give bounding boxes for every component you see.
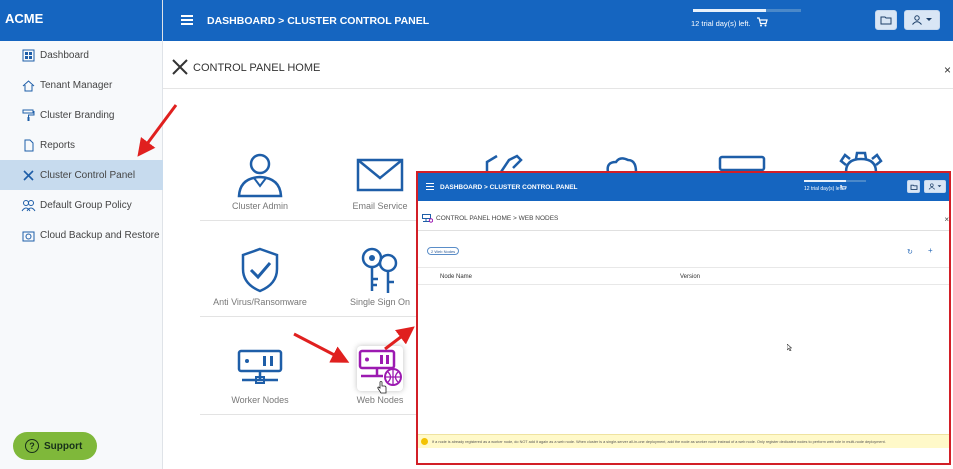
keys-icon: [361, 247, 398, 293]
user-menu-button[interactable]: [904, 10, 940, 30]
support-label: Support: [44, 440, 83, 452]
server-rack-icon: [718, 155, 766, 172]
sidebar-item-label: Reports: [40, 139, 76, 151]
server-network-icon: [237, 349, 283, 384]
node-count-badge: 2 Web Nodes: [427, 247, 460, 255]
column-header-node-name: Node Name: [440, 274, 473, 280]
sidebar-item-cloud-backup-and-restore[interactable]: Cloud Backup and Restore: [0, 220, 163, 250]
warning-text: If a node is already registered as a wor…: [432, 439, 886, 444]
tile-label: Worker Nodes: [231, 395, 289, 405]
sidebar-item-label: Cluster Branding: [40, 109, 115, 121]
user-dropdown-icon: [928, 183, 942, 190]
warning-banner: If a node is already registered as a wor…: [418, 434, 949, 448]
breadcrumb: DASHBOARD > CLUSTER CONTROL PANEL: [207, 15, 430, 27]
user-icon: [237, 153, 283, 198]
web-nodes-inset: DASHBOARD > CLUSTER CONTROL PANEL 12 tri…: [416, 171, 951, 465]
support-button[interactable]: ? Support: [13, 432, 97, 460]
tile-anti-virus[interactable]: Anti Virus/Ransomware: [200, 220, 320, 317]
tile-label: Cluster Admin: [231, 201, 289, 211]
envelope-icon: [356, 158, 404, 192]
tools-icon: [21, 168, 36, 183]
cart-icon[interactable]: [757, 17, 768, 29]
folder-button[interactable]: [875, 10, 897, 30]
top-bar: DASHBOARD > CLUSTER CONTROL PANEL 12 tri…: [163, 0, 953, 41]
sidebar-item-label: Tenant Manager: [40, 79, 113, 91]
sidebar-item-label: Dashboard: [40, 49, 89, 61]
cart-icon[interactable]: [840, 185, 847, 191]
sidebar-item-dashboard[interactable]: Dashboard: [0, 40, 163, 70]
trial-progress-bar: [804, 180, 866, 182]
add-icon[interactable]: +: [928, 246, 933, 255]
sidebar-item-cluster-branding[interactable]: Cluster Branding: [0, 100, 163, 130]
brand-logo: ACME: [0, 0, 162, 41]
users-icon: [21, 198, 36, 213]
tile-cluster-admin[interactable]: Cluster Admin: [200, 124, 320, 221]
sidebar-nav: Dashboard Tenant Manager Cluster Brandin…: [0, 40, 163, 250]
tools-edit-icon: [485, 154, 523, 172]
folder-button[interactable]: [907, 180, 920, 193]
column-header-version: Version: [680, 274, 701, 280]
page-title: CONTROL PANEL HOME: [193, 62, 321, 74]
sidebar-item-cluster-control-panel[interactable]: Cluster Control Panel: [0, 160, 163, 190]
user-menu-button[interactable]: [924, 180, 946, 193]
sidebar-item-tenant-manager[interactable]: Tenant Manager: [0, 70, 163, 100]
close-icon[interactable]: ×: [944, 215, 949, 224]
sidebar-item-label: Cluster Control Panel: [40, 169, 136, 181]
paint-roller-icon: [21, 108, 36, 123]
cloud-icon: [606, 157, 638, 172]
screenshot: ACME Dashboard Tenant Manager Cluster Br…: [0, 0, 953, 469]
close-icon[interactable]: ×: [944, 63, 951, 77]
page-breadcrumb: CONTROL PANEL HOME > WEB NODES: [436, 215, 559, 222]
inset-page-header: CONTROL PANEL HOME > WEB NODES ×: [418, 201, 949, 231]
sidebar-item-default-group-policy[interactable]: Default Group Policy: [0, 190, 163, 220]
help-icon: ?: [25, 439, 39, 453]
home-icon: [21, 78, 36, 93]
trial-progress-bar: [693, 9, 801, 12]
breadcrumb: DASHBOARD > CLUSTER CONTROL PANEL: [440, 184, 578, 191]
refresh-icon[interactable]: ↻: [907, 248, 913, 256]
sidebar-item-label: Default Group Policy: [40, 199, 132, 211]
tile-label: Anti Virus/Ransomware: [213, 297, 307, 307]
sidebar: ACME Dashboard Tenant Manager Cluster Br…: [0, 0, 163, 469]
lightbulb-icon: [421, 438, 428, 445]
folder-icon: [880, 16, 892, 25]
hamburger-menu-icon[interactable]: [426, 183, 434, 190]
hamburger-menu-icon[interactable]: [181, 15, 193, 26]
dashboard-icon: [21, 48, 36, 63]
sidebar-item-reports[interactable]: Reports: [0, 130, 163, 160]
tools-icon: [172, 59, 188, 75]
sidebar-item-label: Cloud Backup and Restore: [40, 229, 160, 241]
hand-cursor-icon: [377, 381, 387, 394]
server-icon: [422, 214, 433, 223]
mouse-cursor-icon: [786, 343, 793, 353]
user-dropdown-icon: [912, 15, 932, 25]
inset-top-bar: DASHBOARD > CLUSTER CONTROL PANEL 12 tri…: [418, 173, 949, 201]
trial-days-text: 12 trial day(s) left.: [691, 19, 751, 28]
trial-days-text: 12 trial day(s) left.: [804, 186, 844, 192]
tile-worker-nodes[interactable]: Worker Nodes: [200, 318, 320, 415]
camera-icon: [21, 228, 36, 243]
folder-icon: [910, 184, 917, 190]
gear-icon: [839, 151, 883, 172]
shield-check-icon: [241, 247, 279, 293]
document-icon: [21, 138, 36, 153]
table-header: Node Name Version: [418, 267, 949, 285]
control-panel-header: CONTROL PANEL HOME ×: [163, 41, 953, 89]
